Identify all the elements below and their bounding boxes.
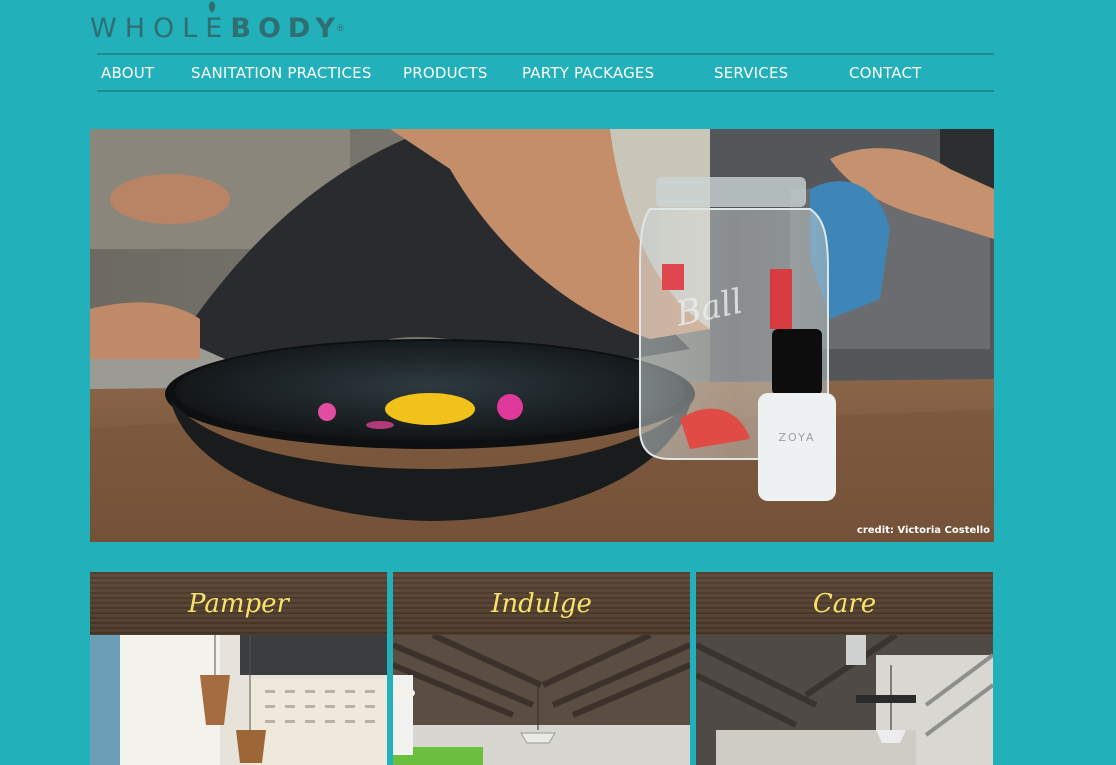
card-indulge[interactable]: Indulge bbox=[393, 572, 690, 765]
hero-photo: Ball ZOYA bbox=[90, 129, 994, 542]
leaf-icon bbox=[208, 1, 216, 13]
card-header: Pamper bbox=[90, 572, 387, 635]
trademark-mark: ® bbox=[335, 24, 345, 34]
logo-word-body: BODY bbox=[230, 13, 342, 44]
nav-services[interactable]: SERVICES bbox=[714, 64, 788, 82]
salon-interior-image bbox=[90, 635, 387, 765]
logo-word-whole: WHOLE bbox=[90, 13, 231, 44]
photo-credit: credit: Victoria Costello bbox=[856, 525, 990, 536]
card-title: Care bbox=[812, 588, 877, 619]
salon-ceiling-image bbox=[696, 635, 993, 765]
polish-label: ZOYA bbox=[779, 431, 816, 444]
card-image bbox=[393, 635, 690, 765]
nav-sanitation[interactable]: SANITATION PRACTICES bbox=[191, 64, 372, 82]
card-care[interactable]: Care bbox=[696, 572, 993, 765]
hero-image: Ball ZOYA credit: Victoria Costello bbox=[90, 129, 994, 542]
card-header: Indulge bbox=[393, 572, 690, 635]
card-title: Indulge bbox=[491, 588, 592, 619]
nav-about[interactable]: ABOUT bbox=[101, 64, 154, 82]
logo[interactable]: WHOLE BODY ® bbox=[90, 0, 345, 44]
main-nav: ABOUT SANITATION PRACTICES PRODUCTS PART… bbox=[97, 53, 994, 92]
card-pamper[interactable]: Pamper bbox=[90, 572, 387, 765]
card-title: Pamper bbox=[188, 588, 289, 619]
nav-products[interactable]: PRODUCTS bbox=[403, 64, 488, 82]
card-image bbox=[90, 635, 387, 765]
card-image bbox=[696, 635, 993, 765]
nav-party[interactable]: PARTY PACKAGES bbox=[522, 64, 654, 82]
wood-ceiling-image bbox=[393, 635, 690, 765]
card-header: Care bbox=[696, 572, 993, 635]
nav-contact[interactable]: CONTACT bbox=[849, 64, 922, 82]
